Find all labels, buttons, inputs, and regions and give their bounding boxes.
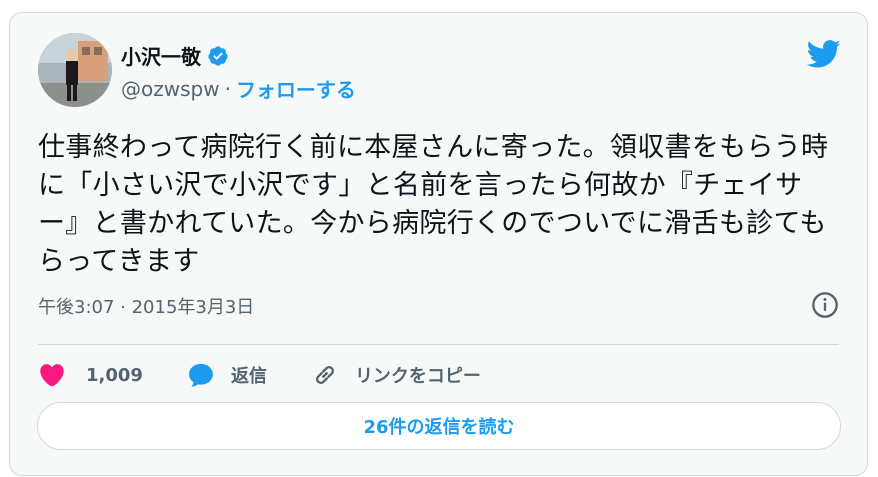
tweet-timestamp[interactable]: 午後3:07 · 2015年3月3日	[38, 293, 254, 319]
avatar[interactable]	[38, 33, 112, 107]
reply-action[interactable]: 返信	[187, 361, 267, 389]
tweet-text: 仕事終わって病院行く前に本屋さんに寄った。領収書をもらう時に「小さい沢で小沢です…	[38, 132, 829, 277]
reply-label: 返信	[230, 366, 267, 387]
info-icon[interactable]	[811, 291, 839, 319]
display-name[interactable]: 小沢一敬	[121, 41, 201, 70]
reply-bubble-icon	[189, 363, 213, 387]
like-count: 1,009	[86, 364, 143, 386]
heart-icon	[40, 364, 64, 387]
separator-dot: ·	[224, 76, 231, 101]
verified-badge-icon	[207, 45, 229, 67]
divider	[38, 344, 839, 345]
like-action[interactable]: 1,009	[38, 361, 143, 389]
link-icon	[315, 366, 334, 384]
read-replies-button[interactable]: 26件の返信を読む	[37, 402, 841, 450]
copy-link-label: リンクをコピー	[354, 366, 481, 387]
twitter-bird-icon[interactable]	[805, 39, 841, 69]
action-bar: 1,009 返信 リンクをコピー	[38, 353, 481, 397]
user-handle[interactable]: @ozwspw	[121, 77, 220, 101]
tweet-card: 小沢一敬 @ozwspw · フォローする 仕事終わって病院行く前に本屋さんに寄…	[9, 12, 868, 476]
copy-link-action[interactable]: リンクをコピー	[311, 361, 481, 389]
follow-button[interactable]: フォローする	[236, 74, 356, 103]
